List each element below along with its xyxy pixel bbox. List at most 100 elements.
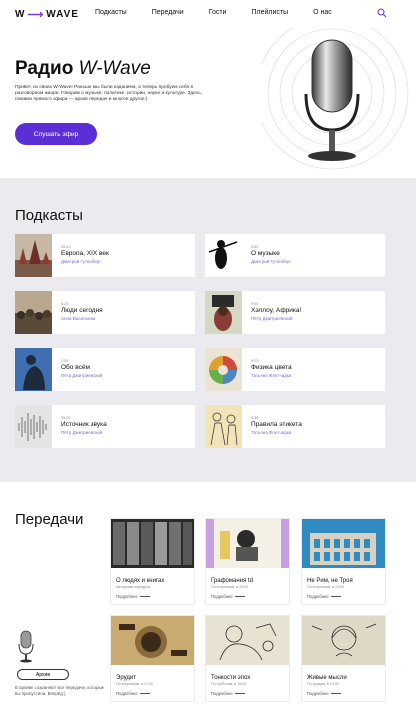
hero-section: Радио W-Wave Привет, из своих W-Wave! Ра…: [0, 28, 416, 178]
arrow-icon: [139, 596, 150, 597]
podcasts-section: Подкасты 25:43 Европа, XIX век Дмитрий Г…: [0, 178, 416, 482]
podcast-card[interactable]: 7:05 Обо всём Пётр Дмитриевский: [15, 348, 195, 391]
archive-microphone-icon: [18, 630, 34, 663]
podcast-name: Источник звука: [61, 421, 107, 428]
main-nav: Подкасты Передачи Гости Плейлисты О нас: [95, 9, 357, 16]
show-schedule: По вторникам, в 17:00: [116, 682, 154, 686]
show-name: Тонкости эпох: [211, 675, 251, 681]
show-schedule: По субботам, в 16:00: [211, 682, 247, 686]
show-more-link[interactable]: Подробнее: [211, 594, 289, 599]
podcast-thumb-etiquette: [205, 405, 242, 448]
show-thumb-colosseum: [302, 519, 385, 568]
more-label: Подробнее: [116, 691, 138, 696]
arrow-icon: [330, 693, 341, 694]
show-schedule: Авторская передача: [116, 585, 150, 589]
podcast-author[interactable]: Дмитрий Гутенберг: [61, 259, 109, 264]
podcast-thumb-colorwheel: [205, 348, 242, 391]
show-schedule: По вторникам, в 10:00: [211, 585, 249, 589]
podcast-name: Европа, XIX век: [61, 250, 109, 257]
logo-right: WAVE: [46, 9, 79, 20]
podcast-card[interactable]: 4:35 Правила этикета Татьяна Флетчадка: [205, 405, 385, 448]
podcast-name: Правила этикета: [251, 421, 302, 428]
podcast-author[interactable]: Дмитрий Гутенберг: [251, 259, 291, 264]
show-card[interactable]: Тонкости эпох По субботам, в 16:00 Подро…: [205, 615, 290, 702]
show-name: Живые мысли: [307, 675, 347, 681]
podcast-card[interactable]: 26:02 Источник звука Пётр Дмитриевский: [15, 405, 195, 448]
podcast-card[interactable]: 8:24 Люди сегодня Анна Васильева: [15, 291, 195, 334]
archive-button[interactable]: Архив: [17, 669, 69, 680]
podcast-duration: 4:35: [251, 416, 259, 420]
more-label: Подробнее: [211, 594, 233, 599]
hero-title-bold: Радио: [15, 58, 74, 79]
show-card[interactable]: Живые мысли По средам, в 10:00 Подробнее: [301, 615, 386, 702]
podcast-duration: 9:23: [251, 359, 259, 363]
show-thumb-thoughts: [302, 616, 385, 665]
shows-title: Передачи: [15, 511, 84, 528]
arrow-icon: [330, 596, 341, 597]
podcast-card[interactable]: 5:52 О музыке Дмитрий Гутенберг: [205, 234, 385, 277]
show-name: Эрудит: [116, 675, 136, 681]
nav-podcasts[interactable]: Подкасты: [95, 9, 127, 16]
hero-title-italic: W-Wave: [78, 58, 151, 79]
podcast-author[interactable]: Татьяна Флетчадка: [251, 373, 292, 378]
podcast-duration: 5:52: [251, 245, 259, 249]
hero-text: Привет, из своих W-Wave! Раньше мы были …: [15, 85, 203, 102]
show-schedule: По средам, в 10:00: [307, 682, 339, 686]
podcast-duration: 9:04: [251, 302, 259, 306]
podcast-card[interactable]: 9:23 Физика цвета Татьяна Флетчадка: [205, 348, 385, 391]
show-thumb-graphomania: [206, 519, 289, 568]
podcast-name: Люди сегодня: [61, 307, 103, 314]
logo[interactable]: W ⟶ WAVE: [15, 8, 79, 21]
nav-shows[interactable]: Передачи: [152, 9, 184, 16]
nav-playlists[interactable]: Плейлисты: [251, 9, 288, 16]
podcast-author[interactable]: Пётр Дмитриевский: [61, 430, 107, 435]
podcast-name: Обо всём: [61, 364, 90, 371]
more-label: Подробнее: [307, 594, 329, 599]
show-more-link[interactable]: Подробнее: [307, 691, 385, 696]
podcast-name: Физика цвета: [251, 364, 292, 371]
podcast-thumb-crowd: [15, 291, 52, 334]
podcast-thumb-city: [15, 234, 52, 277]
podcast-author[interactable]: Пётр Дмитриевский: [61, 373, 102, 378]
more-label: Подробнее: [211, 691, 233, 696]
more-label: Подробнее: [307, 691, 329, 696]
more-label: Подробнее: [116, 594, 138, 599]
show-more-link[interactable]: Подробнее: [307, 594, 385, 599]
show-more-link[interactable]: Подробнее: [211, 691, 289, 696]
podcast-card[interactable]: 9:04 Хэллоу, Африка! Пётр Дмитриевский: [205, 291, 385, 334]
microphone-icon: [262, 28, 409, 170]
arrow-icon: [234, 596, 245, 597]
show-more-link[interactable]: Подробнее: [116, 691, 194, 696]
podcast-duration: 26:02: [61, 416, 71, 420]
header: W ⟶ WAVE Подкасты Передачи Гости Плейлис…: [0, 0, 416, 28]
podcast-duration: 25:43: [61, 245, 71, 249]
show-more-link[interactable]: Подробнее: [116, 594, 194, 599]
hero-title: Радио W-Wave: [15, 58, 151, 80]
archive-text: В архиве сохраняют все передачи, которые…: [15, 685, 105, 696]
podcast-thumb-violinist: [205, 234, 242, 277]
show-schedule: По вторникам, в 13:00: [307, 585, 345, 589]
show-card[interactable]: Эрудит По вторникам, в 17:00 Подробнее: [110, 615, 195, 702]
podcast-duration: 7:05: [61, 359, 69, 363]
show-name: Не Рим, не Троя: [307, 578, 353, 584]
show-name: Графомания td: [211, 578, 253, 584]
search-icon[interactable]: [377, 8, 387, 18]
arrow-icon: [139, 693, 150, 694]
podcast-author[interactable]: Татьяна Флетчадка: [251, 430, 302, 435]
podcast-duration: 8:24: [61, 302, 69, 306]
show-name: О людях и книгах: [116, 578, 165, 584]
podcast-author[interactable]: Анна Васильева: [61, 316, 103, 321]
show-card[interactable]: О людях и книгах Авторская передача Подр…: [110, 518, 195, 605]
show-thumb-portraits: [111, 519, 194, 568]
listen-live-button[interactable]: Слушать эфир: [15, 123, 97, 145]
podcast-author[interactable]: Пётр Дмитриевский: [251, 316, 301, 321]
nav-guests[interactable]: Гости: [209, 9, 227, 16]
nav-about[interactable]: О нас: [313, 9, 332, 16]
show-thumb-erudite: [111, 616, 194, 665]
podcast-thumb-thinker: [15, 348, 52, 391]
logo-arrow-icon: ⟶: [27, 9, 45, 21]
show-card[interactable]: Не Рим, не Троя По вторникам, в 13:00 По…: [301, 518, 386, 605]
podcast-name: Хэллоу, Африка!: [251, 307, 302, 314]
show-card[interactable]: Графомания td По вторникам, в 10:00 Подр…: [205, 518, 290, 605]
podcast-card[interactable]: 25:43 Европа, XIX век Дмитрий Гутенберг: [15, 234, 195, 277]
